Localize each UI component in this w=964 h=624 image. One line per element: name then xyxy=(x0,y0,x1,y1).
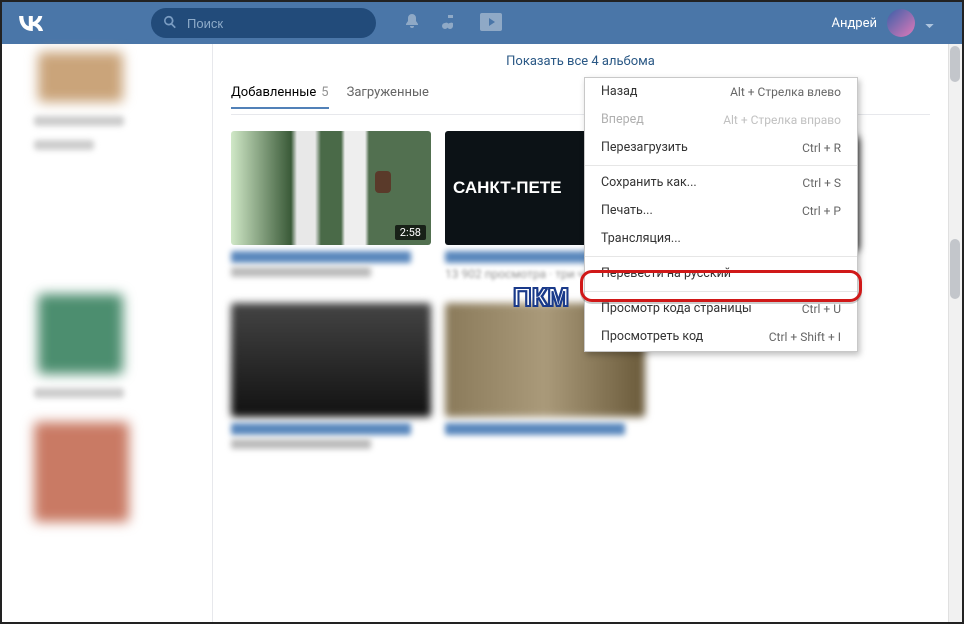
header-icons xyxy=(404,13,502,33)
cm-reload[interactable]: Перезагрузить Ctrl + R xyxy=(585,134,857,162)
music-icon[interactable] xyxy=(442,13,458,33)
thumbnail-text: САНКТ-ПЕТЕ xyxy=(453,178,562,198)
search-icon xyxy=(163,14,177,33)
video-thumbnail: 2:58 xyxy=(231,131,431,245)
avatar xyxy=(887,9,915,37)
video-title xyxy=(445,423,625,435)
sidebar-thumbnail xyxy=(38,52,123,102)
cm-inspect[interactable]: Просмотреть код Ctrl + Shift + I xyxy=(585,323,857,351)
scrollbar-thumb[interactable] xyxy=(950,46,960,82)
cm-print[interactable]: Печать... Ctrl + P xyxy=(585,197,857,225)
context-menu: Назад Alt + Стрелка влево Вперед Alt + С… xyxy=(584,77,858,352)
menu-separator xyxy=(585,165,857,166)
video-thumbnail xyxy=(231,303,431,417)
user-name: Андрей xyxy=(831,16,877,31)
video-title xyxy=(231,251,411,263)
sidebar-thumbnail xyxy=(38,294,123,374)
vk-header: Андрей xyxy=(2,2,962,44)
cm-translate[interactable]: Перевести на русский xyxy=(585,260,857,288)
sidebar-text xyxy=(34,388,124,398)
video-card[interactable]: 2:58 xyxy=(231,131,431,283)
cm-back[interactable]: Назад Alt + Стрелка влево xyxy=(585,78,857,106)
chevron-down-icon xyxy=(925,14,934,33)
annotation-label: ПКМ xyxy=(513,282,569,313)
show-albums-link[interactable]: Показать все 4 альбома xyxy=(231,44,930,79)
video-play-icon[interactable] xyxy=(480,13,502,31)
video-card[interactable] xyxy=(231,303,431,449)
tab-label: Добавленные xyxy=(231,85,316,100)
cm-view-source[interactable]: Просмотр кода страницы Ctrl + U xyxy=(585,295,857,323)
search-bar[interactable] xyxy=(151,8,376,38)
video-meta xyxy=(231,267,371,277)
tab-added[interactable]: Добавленные 5 xyxy=(231,85,329,109)
scrollbar-thumb[interactable] xyxy=(950,239,960,299)
left-sidebar xyxy=(2,44,212,622)
browser-window: Андрей Показать все 4 альбома Добавленны… xyxy=(0,0,964,624)
tab-label: Загруженные xyxy=(347,85,429,101)
video-duration: 2:58 xyxy=(395,225,426,240)
video-title xyxy=(231,423,411,435)
menu-separator xyxy=(585,256,857,257)
cm-cast[interactable]: Трансляция... xyxy=(585,225,857,253)
sidebar-text xyxy=(34,140,94,150)
sidebar-text xyxy=(34,116,124,126)
user-menu[interactable]: Андрей xyxy=(831,9,934,37)
vk-logo-icon[interactable] xyxy=(16,8,46,38)
search-input[interactable] xyxy=(185,15,365,32)
video-meta xyxy=(231,439,371,449)
cm-forward: Вперед Alt + Стрелка вправо xyxy=(585,106,857,134)
cm-save-as[interactable]: Сохранить как... Ctrl + S xyxy=(585,169,857,197)
sidebar-thumbnail xyxy=(34,422,129,522)
tab-uploaded[interactable]: Загруженные xyxy=(347,85,429,108)
scrollbar[interactable] xyxy=(948,44,962,622)
tab-count: 5 xyxy=(321,85,328,100)
bell-icon[interactable] xyxy=(404,13,420,33)
menu-separator xyxy=(585,291,857,292)
